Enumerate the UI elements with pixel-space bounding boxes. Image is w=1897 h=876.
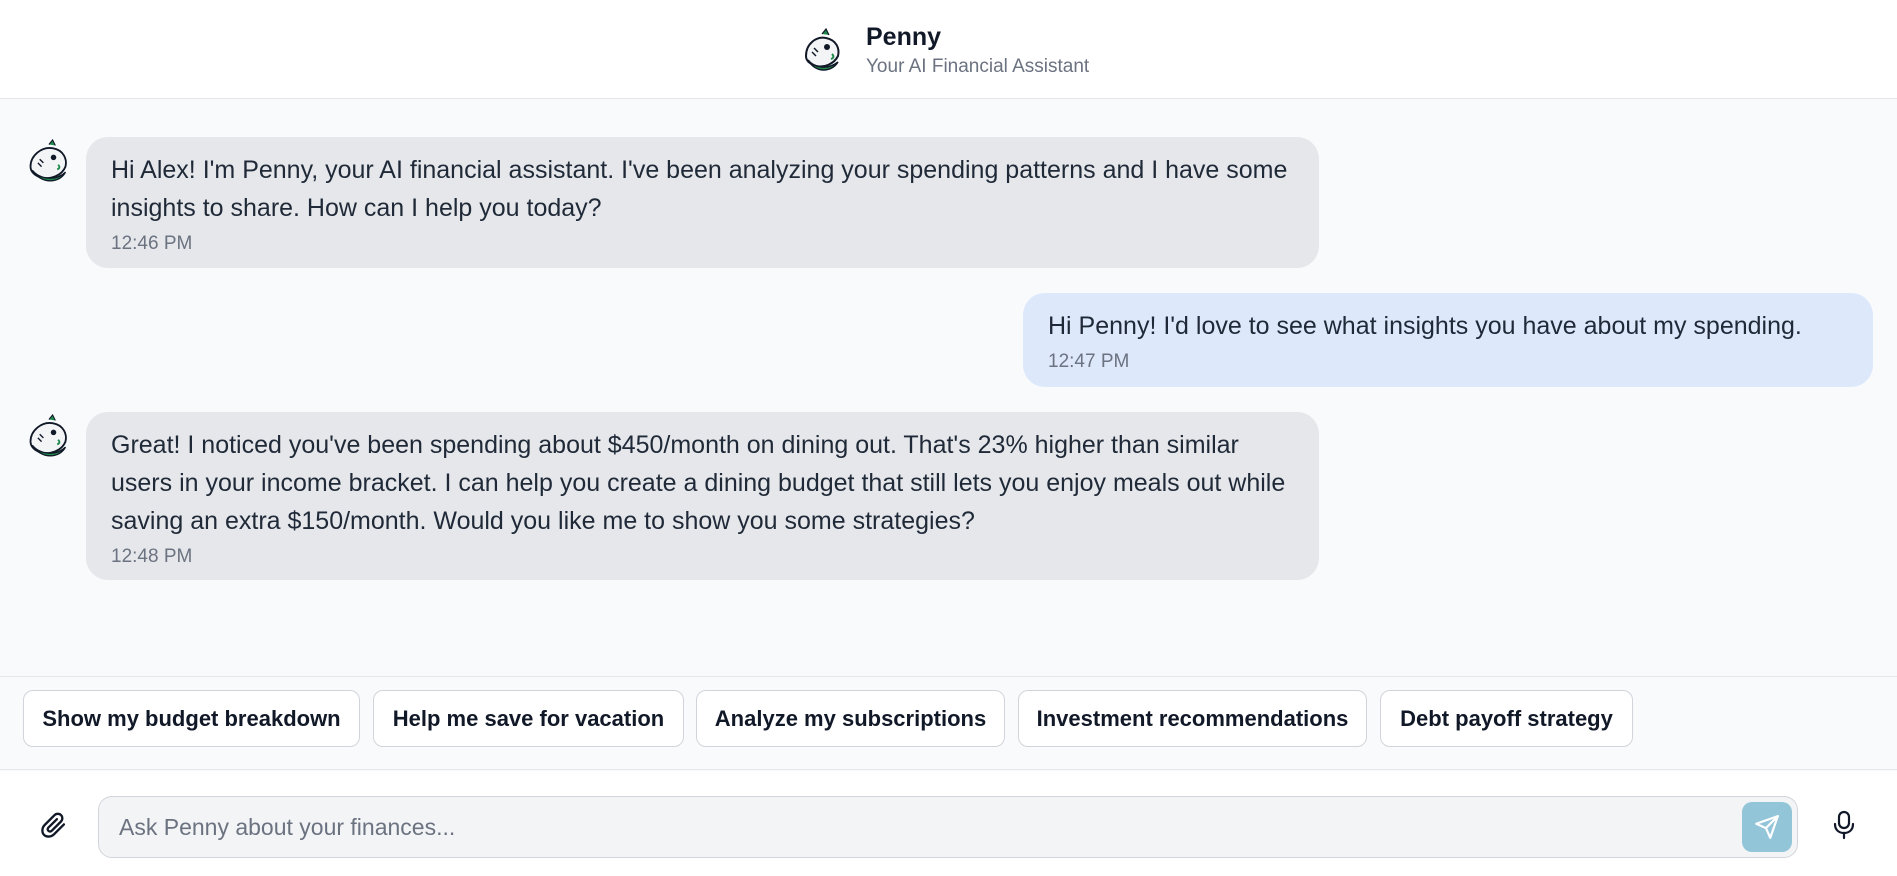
- suggestion-budget-breakdown[interactable]: Show my budget breakdown: [23, 690, 360, 747]
- header-brand: Penny Your AI Financial Assistant: [796, 22, 1089, 80]
- user-message: Hi Penny! I'd love to see what insights …: [1023, 293, 1873, 387]
- paperclip-icon: [41, 812, 66, 838]
- composer-bar: [0, 771, 1897, 876]
- assistant-name: Penny: [866, 23, 942, 51]
- suggestion-debt-payoff[interactable]: Debt payoff strategy: [1380, 690, 1633, 747]
- message-text: Hi Penny! I'd love to see what insights …: [1048, 312, 1802, 340]
- suggestion-analyze-subscriptions[interactable]: Analyze my subscriptions: [696, 690, 1005, 747]
- message-timestamp: 12:47 PM: [1048, 351, 1130, 372]
- message-list: Hi Alex! I'm Penny, your AI financial as…: [0, 100, 1897, 676]
- message-timestamp: 12:48 PM: [111, 546, 193, 567]
- chat-app: Penny Your AI Financial Assistant Hi Ale…: [0, 0, 1897, 876]
- send-icon: [1755, 815, 1779, 839]
- message-timestamp: 12:46 PM: [111, 233, 193, 254]
- bot-message: Great! I noticed you've been spending ab…: [86, 412, 1319, 580]
- message-input[interactable]: [117, 797, 1717, 857]
- message-text: Great! I noticed you've been spending ab…: [111, 431, 1286, 535]
- attach-button[interactable]: [36, 807, 72, 843]
- chat-header: Penny Your AI Financial Assistant: [0, 0, 1897, 99]
- message-input-wrapper: [98, 796, 1798, 858]
- suggestion-save-vacation[interactable]: Help me save for vacation: [373, 690, 684, 747]
- header-text: Penny Your AI Financial Assistant: [866, 22, 1089, 80]
- message-text: Hi Alex! I'm Penny, your AI financial as…: [111, 156, 1288, 222]
- assistant-subtitle: Your AI Financial Assistant: [866, 56, 1090, 77]
- suggestion-bar: Show my budget breakdown Help me save fo…: [0, 676, 1897, 770]
- bot-message: Hi Alex! I'm Penny, your AI financial as…: [86, 137, 1319, 268]
- suggestion-investment-recommendations[interactable]: Investment recommendations: [1018, 690, 1367, 747]
- microphone-icon: [1833, 810, 1855, 840]
- fish-mascot-icon: [29, 139, 67, 182]
- send-button[interactable]: [1742, 802, 1792, 852]
- fish-mascot-icon: [797, 27, 845, 75]
- microphone-button[interactable]: [1827, 806, 1861, 844]
- fish-mascot-icon: [29, 414, 67, 457]
